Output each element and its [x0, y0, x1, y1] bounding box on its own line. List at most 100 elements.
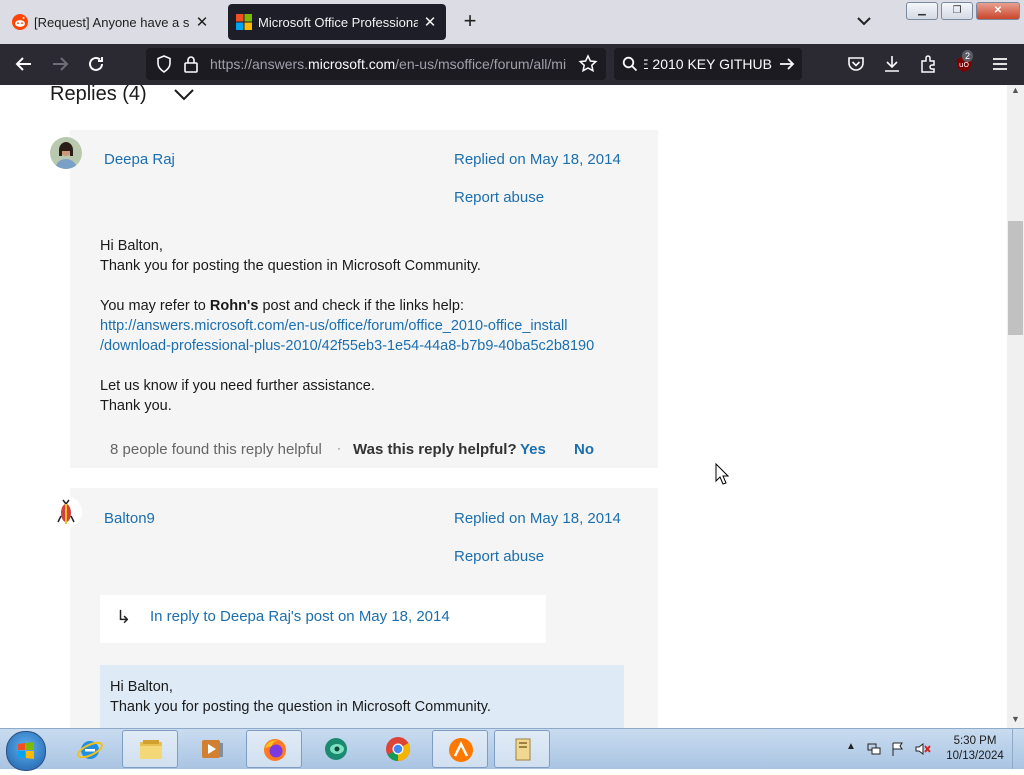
scroll-up-button[interactable]: ▲	[1007, 85, 1024, 99]
navigation-toolbar: https://answers.microsoft.com/en-us/msof…	[0, 44, 1024, 85]
windows-logo-icon	[18, 742, 34, 759]
microsoft-icon	[236, 14, 252, 30]
show-hidden-icons-icon[interactable]: ▲	[846, 741, 856, 752]
url-text[interactable]: https://answers.microsoft.com/en-us/msof…	[210, 56, 572, 72]
reply-date[interactable]: Replied on May 18, 2014	[454, 151, 621, 168]
chrome-icon	[386, 737, 411, 761]
reddit-icon	[12, 14, 28, 30]
author-name[interactable]: Balton9	[104, 510, 155, 527]
firefox-icon	[264, 739, 286, 761]
tab-microsoft-office[interactable]: Microsoft Office Professional Pl ✕	[228, 4, 446, 40]
internet-explorer-icon	[77, 741, 103, 759]
replies-heading: Replies (4)	[50, 85, 147, 105]
tab-title: Microsoft Office Professional Pl	[258, 14, 418, 30]
helpful-count: 8 people found this reply helpful	[110, 441, 322, 458]
taskbar-chrome[interactable]	[370, 730, 426, 768]
reply-line: Thank you.	[100, 398, 172, 414]
svg-text:uO: uO	[959, 61, 969, 69]
reply-line: You may refer to Rohn's post and check i…	[100, 298, 464, 314]
quote-line: Hi Balton,	[110, 679, 173, 695]
show-desktop-button[interactable]	[1012, 729, 1024, 769]
reload-icon	[89, 56, 103, 71]
reply-greeting: Hi Balton,	[100, 238, 163, 254]
arrow-left-icon	[15, 57, 31, 71]
extension-badge: 2	[962, 50, 974, 62]
user-avatar-icon	[50, 496, 82, 528]
reply-line: Let us know if you need further assistan…	[100, 378, 375, 394]
taskbar-internet-explorer[interactable]	[62, 730, 118, 768]
mouse-cursor-icon	[715, 463, 729, 485]
separator: ·	[337, 441, 341, 455]
system-clock[interactable]: 5:30 PM 10/13/2024	[940, 734, 1010, 764]
search-input[interactable]: CE 2010 KEY GITHUB	[644, 56, 772, 72]
search-bar[interactable]: CE 2010 KEY GITHUB	[614, 48, 802, 80]
app-green-icon	[325, 738, 347, 760]
window-controls: ▁ ❐ ✕	[906, 2, 1020, 20]
avatar[interactable]	[50, 496, 82, 528]
tab-strip: [Request] Anyone have a spare ✕ Microsof…	[0, 0, 1024, 44]
reply-link[interactable]: http://answers.microsoft.com/en-us/offic…	[100, 316, 594, 336]
minimize-button[interactable]: ▁	[906, 2, 938, 20]
page-content: Replies (4) Deepa Raj Replied on May 18,…	[0, 85, 1007, 728]
url-bar[interactable]: https://answers.microsoft.com/en-us/msof…	[146, 48, 606, 80]
reply-line: Thank you for posting the question in Mi…	[100, 258, 481, 274]
avatar[interactable]	[50, 137, 82, 169]
user-avatar-icon	[50, 137, 82, 169]
helpful-question: Was this reply helpful?	[353, 441, 517, 458]
in-reply-to-box[interactable]: ↳ In reply to Deepa Raj's post on May 18…	[100, 595, 546, 643]
start-button[interactable]	[6, 731, 46, 771]
close-tab-icon[interactable]: ✕	[422, 13, 438, 31]
folder-app-icon	[515, 738, 531, 761]
volume-muted-icon[interactable]	[914, 741, 932, 757]
helpful-no-button[interactable]: No	[574, 441, 594, 458]
pocket-icon[interactable]	[846, 54, 866, 74]
scroll-thumb[interactable]	[1008, 221, 1023, 335]
lock-icon[interactable]	[182, 54, 200, 74]
close-tab-icon[interactable]: ✕	[194, 13, 210, 31]
avast-icon	[449, 738, 473, 762]
reload-button[interactable]	[84, 52, 108, 76]
taskbar-file-explorer[interactable]	[122, 730, 178, 768]
reply-link[interactable]: /download-professional-plus-2010/42f55eb…	[100, 336, 594, 356]
downloads-icon[interactable]	[882, 54, 902, 74]
reply-date[interactable]: Replied on May 18, 2014	[454, 510, 621, 527]
taskbar-firefox[interactable]	[246, 730, 302, 768]
file-explorer-icon	[140, 740, 162, 759]
quote-line: Thank you for posting the question in Mi…	[110, 699, 491, 715]
quoted-reply: Hi Balton, Thank you for posting the que…	[100, 665, 624, 728]
reply-arrow-icon: ↳	[116, 607, 132, 627]
taskbar-avast[interactable]	[432, 730, 488, 768]
back-button[interactable]	[12, 52, 36, 76]
page-scrollbar[interactable]: ▲ ▼	[1007, 85, 1024, 728]
close-window-button[interactable]: ✕	[976, 2, 1020, 20]
extensions-icon[interactable]	[918, 54, 938, 74]
arrow-right-icon	[53, 57, 69, 71]
action-center-flag-icon[interactable]	[890, 741, 906, 757]
in-reply-to-link[interactable]: In reply to Deepa Raj's post on May 18, …	[150, 608, 450, 625]
menu-icon[interactable]	[990, 54, 1010, 74]
taskbar-folder-app[interactable]	[494, 730, 550, 768]
tab-reddit-request[interactable]: [Request] Anyone have a spare ✕	[4, 4, 218, 40]
author-name[interactable]: Deepa Raj	[104, 151, 175, 168]
scroll-down-button[interactable]: ▼	[1007, 714, 1024, 728]
helpful-yes-button[interactable]: Yes	[520, 441, 546, 458]
windows-taskbar: ▲ 5:30 PM 10/13/2024	[0, 728, 1024, 771]
taskbar-green-app[interactable]	[308, 730, 364, 768]
taskbar-media-player[interactable]	[184, 730, 240, 768]
report-abuse-link[interactable]: Report abuse	[454, 548, 544, 565]
go-arrow-icon[interactable]	[778, 56, 796, 72]
bookmark-star-icon[interactable]	[578, 54, 598, 74]
search-icon	[622, 56, 638, 72]
report-abuse-link[interactable]: Report abuse	[454, 189, 544, 206]
forward-button[interactable]	[48, 52, 72, 76]
restore-button[interactable]: ❐	[941, 2, 973, 20]
reply-body: Hi Balton, Thank you for posting the que…	[100, 236, 594, 416]
chevron-down-icon[interactable]	[172, 85, 196, 105]
chevron-down-icon[interactable]	[852, 12, 876, 32]
network-icon[interactable]	[866, 741, 882, 757]
clock-time: 5:30 PM	[953, 735, 997, 747]
shield-icon[interactable]	[154, 54, 174, 74]
media-player-icon	[202, 740, 223, 758]
new-tab-button[interactable]: +	[458, 10, 482, 34]
clock-date: 10/13/2024	[946, 750, 1004, 762]
